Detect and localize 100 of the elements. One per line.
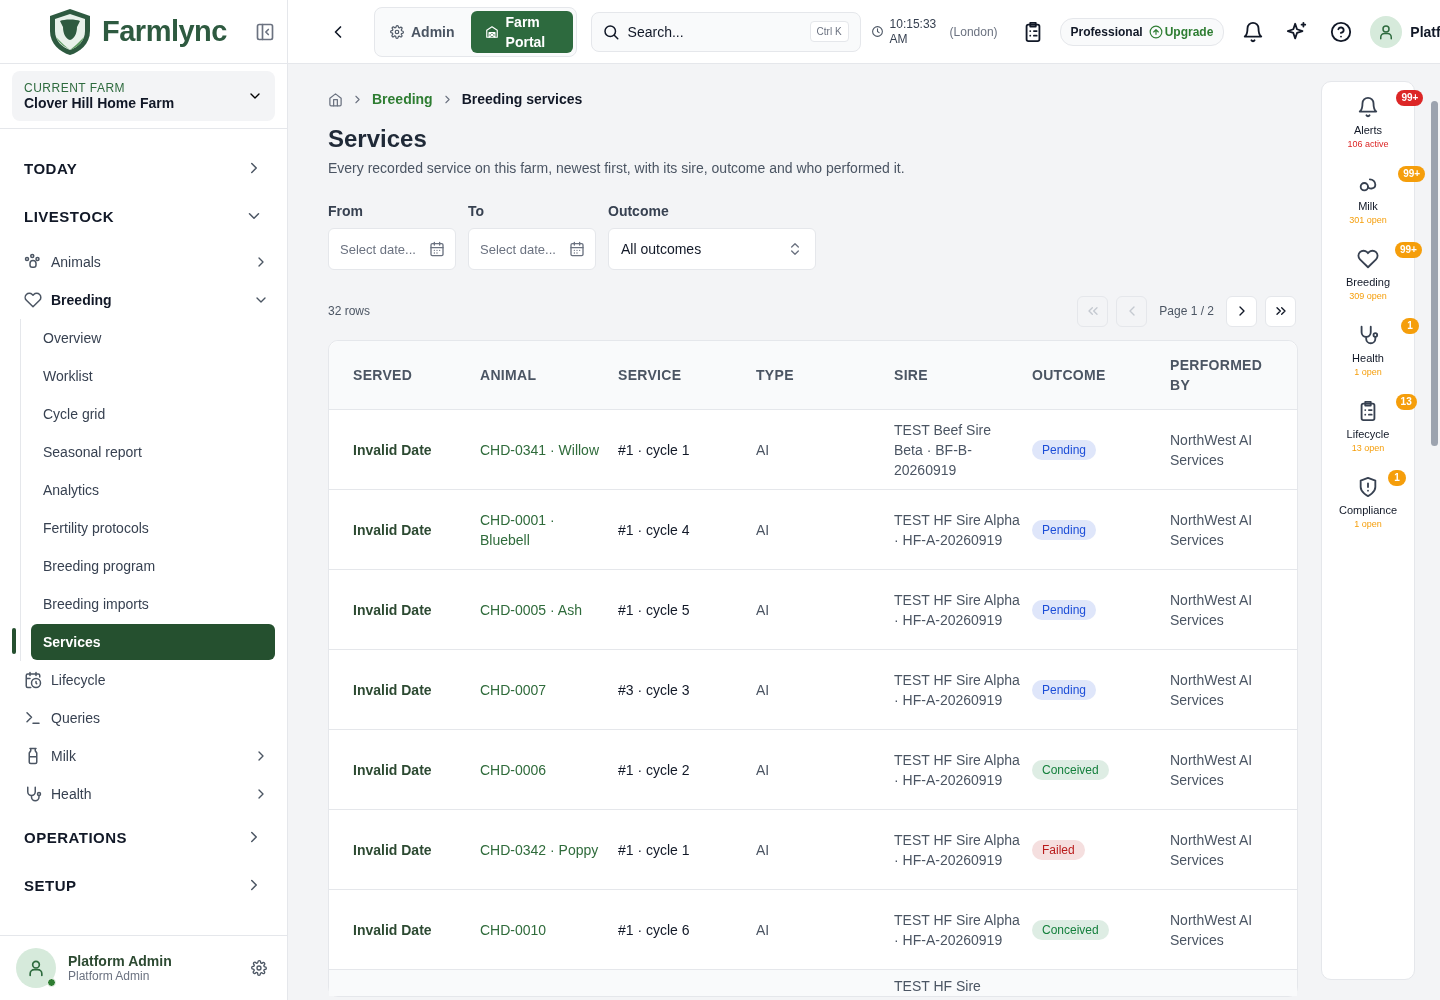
user-name[interactable]: Platf [1410, 23, 1440, 40]
table-cell: TEST HF Sire Alpha · HF-A-20260919 [894, 671, 1020, 708]
table-cell: NorthWest AI Services [1170, 911, 1253, 948]
table-cell: TEST HF Sire Alpha · HF-A-20260919 [894, 831, 1020, 868]
table-cell: AI [756, 841, 770, 858]
nav-subitem[interactable]: Services [31, 624, 275, 660]
table-cell: #1 · cycle 5 [618, 601, 690, 618]
user-avatar[interactable] [16, 948, 56, 988]
column-header[interactable]: TYPE [756, 341, 894, 410]
column-header[interactable]: SERVICE [618, 341, 756, 410]
table-cell: AI [756, 441, 770, 458]
notifications-button[interactable] [1242, 20, 1265, 43]
calendar-icon [569, 241, 585, 257]
rail-status: 1 open [1354, 367, 1382, 377]
date-field[interactable]: Select date... [328, 228, 456, 270]
page-title: Services [328, 124, 428, 154]
bell-icon [1357, 96, 1379, 118]
heart-icon [24, 291, 42, 309]
bell-icon [1242, 20, 1265, 43]
table-cell: #1 · cycle 6 [618, 921, 690, 938]
nav-subitem[interactable]: Analytics [31, 472, 275, 508]
nav-subitem[interactable]: Fertility protocols [31, 510, 275, 546]
nav-section[interactable]: OPERATIONS [0, 813, 287, 861]
nav-item[interactable]: Lifecycle [0, 661, 287, 699]
outcome-select[interactable]: All outcomes [608, 228, 816, 270]
column-header[interactable]: PERFORMED BY [1170, 341, 1297, 410]
pager-button[interactable] [1265, 295, 1296, 327]
table-cell: #1 · cycle 4 [618, 521, 690, 538]
help-button[interactable] [1330, 20, 1353, 43]
date-field[interactable]: Select date... [468, 228, 596, 270]
animal-link[interactable]: CHD-0005 · Ash [480, 599, 606, 620]
settings-button[interactable] [251, 960, 267, 976]
home-icon [328, 91, 343, 107]
nav-subitem[interactable]: Breeding imports [31, 586, 275, 622]
nav-item[interactable]: Queries [0, 699, 287, 737]
upgrade-link[interactable]: Upgrade [1148, 24, 1214, 39]
user-avatar[interactable] [1370, 15, 1403, 48]
outcome-badge: Pending [1032, 520, 1097, 540]
shield-alert-icon [1357, 476, 1379, 498]
nav-subitem[interactable]: Worklist [31, 358, 275, 394]
column-header[interactable]: OUTCOME [1032, 341, 1170, 410]
rail-label: Breeding [1345, 276, 1390, 288]
animal-link[interactable]: CHD-0007 [480, 679, 606, 700]
table-cell: TEST HF Sire Alpha · HF-A-20260919 [894, 751, 1020, 788]
nav-subitem[interactable]: Cycle grid [31, 396, 275, 432]
portal-tab[interactable]: Farm Portal [470, 10, 573, 53]
nav-section[interactable]: LIVESTOCK [0, 192, 287, 240]
animal-link[interactable]: CHD-0001 · Bluebell [480, 509, 606, 550]
nav-section[interactable]: SETUP [0, 861, 287, 909]
help-icon [1330, 20, 1353, 43]
filter-label: From [328, 202, 364, 220]
farm-selector[interactable]: CURRENT FARM Clover Hill Home Farm [12, 71, 275, 121]
nav-item[interactable]: Health [0, 775, 287, 813]
table-cell: Invalid Date [353, 441, 432, 458]
rail-label: Milk [1358, 200, 1378, 212]
outcome-badge: Pending [1032, 440, 1097, 460]
animal-link[interactable]: CHD-0342 · Poppy [480, 839, 606, 860]
animal-link[interactable]: CHD-0341 · Willow [480, 439, 606, 460]
count-badge: 1 [1401, 318, 1420, 334]
time-zone: (London) [949, 24, 998, 39]
plan-pill: Professional Upgrade [1059, 17, 1225, 46]
rail-status: 1 open [1354, 519, 1382, 529]
column-header[interactable]: SERVED [329, 341, 480, 410]
column-header[interactable]: ANIMAL [480, 341, 618, 410]
rail-label: Lifecycle [1346, 428, 1390, 440]
rail-label: Health [1352, 352, 1384, 364]
table-cell: Invalid Date [353, 681, 432, 698]
outcome-badge: Pending [1032, 680, 1097, 700]
count-badge: 13 [1395, 394, 1417, 410]
table-cell: #1 · cycle 1 [618, 841, 690, 858]
nav-subitem[interactable]: Breeding program [31, 548, 275, 584]
gear-icon [390, 24, 404, 39]
nav-item[interactable]: Breeding [0, 281, 287, 319]
barn-icon [484, 24, 499, 39]
portal-tab[interactable]: Admin [378, 10, 467, 53]
heart-icon [1357, 248, 1379, 270]
count-badge: 99+ [1394, 242, 1422, 258]
table-cell: #1 · cycle 1 [618, 441, 690, 458]
outcome-badge: Conceived [1032, 920, 1109, 940]
collapse-sidebar-button[interactable] [255, 21, 275, 42]
user-role: Platform Admin [68, 969, 151, 983]
breadcrumb[interactable]: Breeding [372, 91, 433, 107]
animal-link[interactable]: CHD-0010 [480, 919, 606, 940]
count-badge: 99+ [1396, 90, 1424, 106]
nav-item[interactable]: Milk [0, 737, 287, 775]
clock-time: 10:15:33 AM [889, 16, 938, 47]
pager-button[interactable] [1226, 295, 1257, 327]
nav-item[interactable]: Animals [0, 243, 287, 281]
table-cell: NorthWest AI Services [1170, 751, 1253, 788]
rail-status: 13 open [1351, 443, 1385, 453]
nav-section[interactable]: TODAY [0, 144, 287, 192]
nav-subitem[interactable]: Seasonal report [31, 434, 275, 470]
search-icon [601, 22, 620, 41]
column-header[interactable]: SIRE [894, 341, 1032, 410]
nav-subitem[interactable]: Overview [31, 320, 275, 356]
animal-link[interactable]: CHD-0006 [480, 759, 606, 780]
table-cell: NorthWest AI Services [1170, 511, 1253, 548]
table-cell: NorthWest AI Services [1170, 671, 1253, 708]
settings-icon [251, 960, 267, 976]
filter-label: To [468, 202, 486, 220]
